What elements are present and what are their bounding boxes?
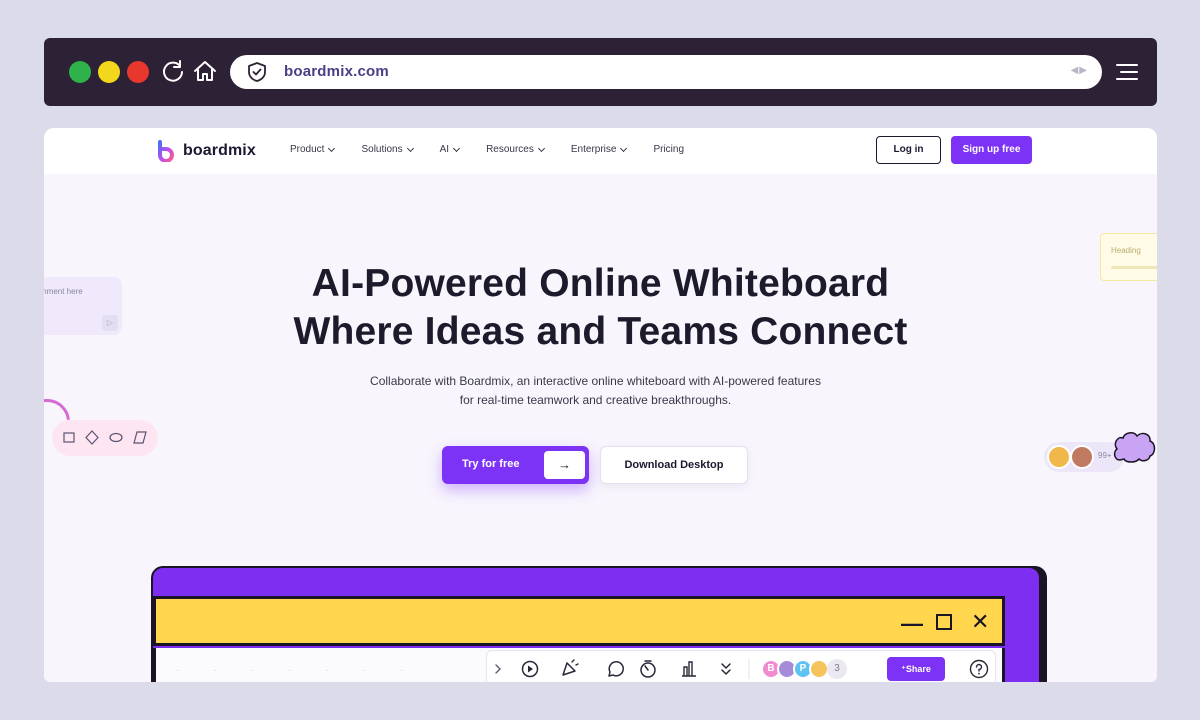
window-maximize-dot[interactable] [69,61,91,83]
double-chevron-down-icon [721,663,731,675]
arrow-right-icon: → [544,451,585,479]
subtitle-line-1: Collaborate with Boardmix, an interactiv… [370,374,821,388]
app-mockup-frame: — ✕ ······· B P 3 ⁺Share [151,566,1041,682]
mockup-title-bar: — ✕ [153,596,1005,646]
nav-item-label: Product [290,144,325,155]
mockup-canvas: ······· B P 3 ⁺Share [153,648,1005,682]
nav-item-label: AI [439,144,450,155]
headline-line-1: AI-Powered Online Whiteboard [311,262,890,305]
window-minimize-dot[interactable] [98,61,120,83]
site-navbar: boardmix Product Solutions AI Resources … [44,128,1157,174]
nav-item-label: Pricing [653,144,685,155]
web-page: boardmix Product Solutions AI Resources … [44,128,1157,682]
nav-item-label: Enterprise [570,144,617,155]
subtitle-line-2: for real-time teamwork and creative brea… [459,393,732,407]
headline-line-2: Where Ideas and Teams Connect [293,310,908,353]
comment-icon [608,661,624,677]
mockup-toolbar: B P 3 ⁺Share [486,650,996,682]
download-desktop-button[interactable]: Download Desktop [600,446,748,484]
chevron-down-icon [620,144,628,152]
boardmix-logo-icon [158,140,174,162]
help-icon [969,659,989,679]
chevron-down-icon [406,144,414,152]
minimize-icon: — [901,611,923,636]
nav-item-label: Resources [486,144,534,155]
address-bar[interactable]: boardmix.com ◀▶ [230,55,1102,89]
hero-headline: AI-Powered Online Whiteboard Where Ideas… [44,260,1157,356]
shape-toolbar-decoration [52,420,158,456]
nav-item-resources[interactable]: Resources [486,144,545,155]
chevron-down-icon [453,144,461,152]
try-for-free-button[interactable]: Try for free → [442,446,589,484]
reload-icon[interactable] [160,58,186,84]
nav-item-pricing[interactable]: Pricing [653,144,684,155]
home-icon[interactable] [192,58,218,84]
nav-item-label: Solutions [361,144,403,155]
maximize-icon [936,614,952,630]
login-button[interactable]: Log in [876,136,941,164]
nav-item-enterprise[interactable]: Enterprise [570,144,628,155]
chevron-right-icon [495,664,501,674]
avatar [1047,445,1071,469]
nav-item-solutions[interactable]: Solutions [361,144,414,155]
share-label: Share [905,664,931,674]
avatar [1070,445,1094,469]
collaborator-avatar [809,659,829,679]
audio-toggle-icon[interactable]: ◀▶ [1071,65,1088,76]
nav-item-product[interactable]: Product [290,144,336,155]
hamburger-menu-icon[interactable] [1116,62,1138,82]
heading-card-label: Heading [1111,246,1141,255]
shield-icon [248,62,266,82]
logo-text: boardmix [183,142,256,159]
diamond-shape-icon [85,430,99,445]
site-logo[interactable]: boardmix [157,140,256,162]
signup-button[interactable]: Sign up free [951,136,1032,164]
chart-icon [682,661,696,677]
cloud-shape-decoration [1113,432,1156,463]
chevron-down-icon [328,144,336,152]
share-button: ⁺Share [887,657,945,681]
rectangle-shape-icon [63,432,75,443]
close-icon: ✕ [971,609,990,634]
canvas-grid-dots: ······· [176,665,438,676]
chevron-down-icon [537,144,545,152]
nav-item-ai[interactable]: AI [439,144,461,155]
parallelogram-shape-icon [133,431,147,444]
ellipse-shape-icon [109,432,123,443]
collaborator-count: 3 [827,659,847,679]
celebrate-icon [562,662,576,676]
hero-subtitle: Collaborate with Boardmix, an interactiv… [44,372,1147,410]
try-for-free-label: Try for free [462,458,520,470]
nav-menu: Product Solutions AI Resources Enterpris… [290,144,711,155]
avatar-count: 99+ [1098,451,1112,460]
url-text: boardmix.com [284,63,389,80]
browser-toolbar: boardmix.com ◀▶ [44,38,1157,106]
window-close-dot[interactable] [127,61,149,83]
